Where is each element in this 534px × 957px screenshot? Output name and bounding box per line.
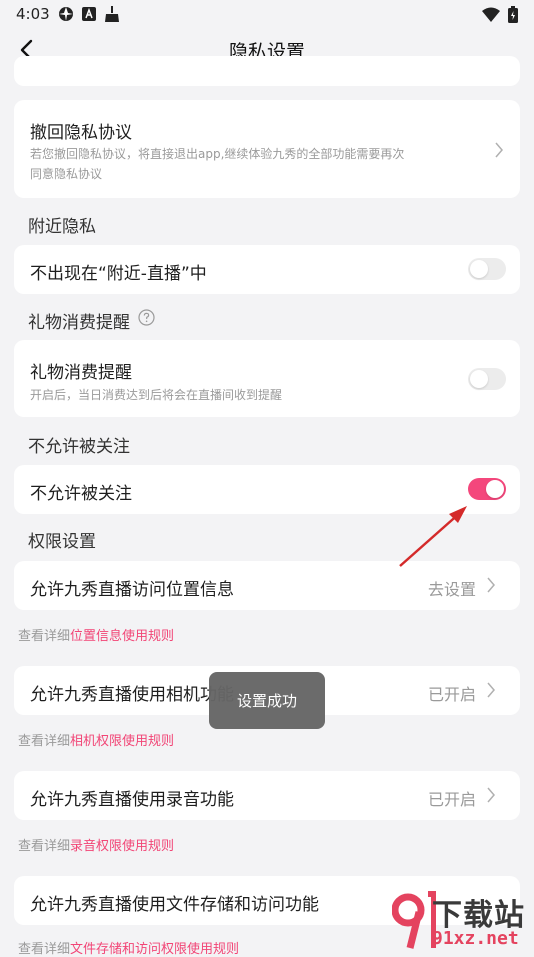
rule-note-prefix: 查看详细 (18, 734, 71, 749)
microphone-rule-link[interactable]: 录音权限使用规则 (70, 839, 174, 854)
chevron-right-icon (487, 577, 495, 593)
nearby-row: 不出现在“附近-直播”中 (14, 245, 520, 294)
gift-label: 礼物消费提醒 (30, 363, 132, 383)
help-icon[interactable] (138, 309, 155, 326)
rule-note-prefix: 查看详细 (18, 839, 71, 854)
rule-note-prefix: 查看详细 (18, 629, 71, 644)
storage-permission-label: 允许九秀直播使用文件存储和访问功能 (30, 895, 319, 915)
toggle-knob (470, 260, 488, 278)
microphone-permission-value: 已开启 (428, 790, 477, 809)
toast-text: 设置成功 (236, 692, 297, 710)
camera-permission-value: 已开启 (428, 685, 477, 704)
no-follow-label: 不允许被关注 (30, 484, 132, 504)
wifi-icon (482, 7, 500, 27)
app-a-icon (82, 7, 96, 25)
annotation-arrow-icon (399, 506, 467, 567)
gift-description: 开启后，当日消费达到后将会在直播间收到提醒 (30, 388, 283, 402)
watermark-logo-icon (392, 891, 436, 949)
nearby-label: 不出现在“附近-直播”中 (30, 264, 207, 284)
location-rule-note: 查看详细位置信息使用规则 (18, 625, 174, 644)
chevron-right-icon (487, 787, 495, 803)
toast-message: 设置成功 (209, 672, 325, 729)
toggle-knob (470, 370, 488, 388)
chevron-right-icon (487, 682, 495, 698)
gift-toggle[interactable] (468, 368, 506, 390)
aperture-icon (58, 6, 74, 26)
storage-rule-note: 查看详细文件存储和访问权限使用规则 (18, 938, 239, 957)
battery-icon (508, 6, 518, 27)
camera-rule-note: 查看详细相机权限使用规则 (18, 730, 174, 749)
revoke-privacy-title: 撤回隐私协议 (30, 123, 132, 143)
section-gift-reminder: 礼物消费提醒 (28, 308, 155, 333)
revoke-desc-line2: 同意隐私协议 (30, 167, 103, 181)
chevron-right-icon (495, 142, 503, 158)
status-system-icons (482, 6, 518, 27)
scrolled-card (14, 56, 520, 86)
location-permission-value: 去设置 (428, 580, 477, 599)
watermark-domain: 91xz.net (432, 928, 519, 949)
revoke-desc-line1: 若您撤回隐私协议，将直接退出app,继续体验九秀的全部功能需要再次 (30, 147, 405, 161)
nearby-toggle[interactable] (468, 258, 506, 280)
camera-rule-link[interactable]: 相机权限使用规则 (70, 734, 174, 749)
section-gift-label: 礼物消费提醒 (28, 313, 130, 333)
toggle-knob (486, 480, 504, 498)
microphone-rule-note: 查看详细录音权限使用规则 (18, 835, 174, 854)
section-permissions: 权限设置 (28, 532, 96, 552)
revoke-privacy-description: 若您撤回隐私协议，将直接退出app,继续体验九秀的全部功能需要再次 同意隐私协议 (30, 144, 470, 184)
site-watermark: 下载站 91xz.net (392, 888, 534, 952)
microphone-permission-label: 允许九秀直播使用录音功能 (30, 790, 234, 810)
status-time: 4:03 (16, 5, 50, 23)
location-permission-label: 允许九秀直播访问位置信息 (30, 580, 234, 600)
no-follow-toggle[interactable] (468, 478, 506, 500)
status-notification-icons (58, 6, 120, 26)
status-bar: 4:03 (0, 0, 534, 30)
section-no-follow: 不允许被关注 (28, 437, 130, 457)
rule-note-prefix: 查看详细 (18, 942, 71, 957)
microphone-permission-row[interactable]: 允许九秀直播使用录音功能 已开启 (14, 771, 520, 820)
location-rule-link[interactable]: 位置信息使用规则 (70, 629, 174, 644)
broom-icon (104, 6, 120, 26)
storage-rule-link[interactable]: 文件存储和访问权限使用规则 (70, 942, 239, 957)
camera-permission-label: 允许九秀直播使用相机功能 (30, 685, 234, 705)
revoke-privacy-row[interactable]: 撤回隐私协议 若您撤回隐私协议，将直接退出app,继续体验九秀的全部功能需要再次… (14, 100, 520, 198)
section-nearby-privacy: 附近隐私 (28, 217, 96, 237)
gift-row: 礼物消费提醒 开启后，当日消费达到后将会在直播间收到提醒 (14, 340, 520, 417)
